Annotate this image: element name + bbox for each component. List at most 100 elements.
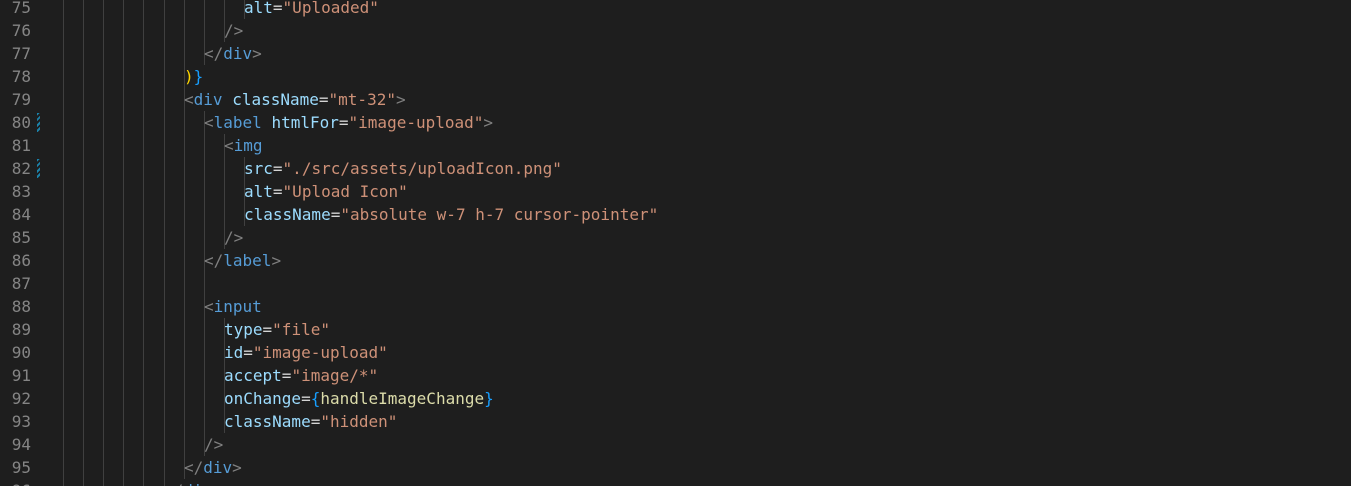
code-line[interactable]: 94 />	[0, 433, 1351, 456]
code-text: onChange={handleImageChange}	[224, 387, 494, 410]
indent-guide	[143, 410, 144, 433]
indent-guide	[83, 180, 84, 203]
line-number: 81	[11, 136, 31, 155]
code-token: className	[224, 412, 311, 431]
indent-guide	[143, 42, 144, 65]
code-token: "hidden"	[320, 412, 398, 431]
indent-guide	[143, 295, 144, 318]
indent-guide	[63, 341, 64, 364]
code-line[interactable]: 93 className="hidden"	[0, 410, 1351, 433]
code-line[interactable]: 86 </label>	[0, 249, 1351, 272]
indent-guide	[164, 456, 165, 479]
indent-guide	[184, 157, 185, 180]
code-line[interactable]: 87	[0, 272, 1351, 295]
code-token: onChange	[224, 389, 302, 408]
code-token: accept	[224, 366, 282, 385]
line-number: 75	[11, 0, 31, 17]
indent-guide	[83, 65, 84, 88]
code-token: div	[203, 458, 233, 477]
code-line[interactable]: 83 alt="Upload Icon"	[0, 180, 1351, 203]
code-token: {	[310, 389, 321, 408]
code-line[interactable]: 88 <input	[0, 295, 1351, 318]
code-line[interactable]: 96 </div>	[0, 479, 1351, 486]
indent-guide	[204, 134, 205, 157]
code-token: >	[232, 458, 242, 477]
indent-guide	[184, 111, 185, 134]
line-number: 79	[11, 90, 31, 109]
indent-guide	[143, 387, 144, 410]
code-line[interactable]: 76 />	[0, 19, 1351, 42]
code-line[interactable]: 75 alt="Uploaded"	[0, 0, 1351, 19]
code-line[interactable]: 81 <img	[0, 134, 1351, 157]
code-token: </	[164, 481, 183, 486]
code-token: input	[213, 297, 262, 316]
code-line[interactable]: 90 id="image-upload"	[0, 341, 1351, 364]
indent-guide	[63, 42, 64, 65]
indent-guide	[143, 0, 144, 19]
code-line[interactable]: 80 <label htmlFor="image-upload">	[0, 111, 1351, 134]
indent-guide	[83, 42, 84, 65]
line-number: 94	[11, 435, 31, 454]
indent-guide	[63, 410, 64, 433]
line-number: 92	[11, 389, 31, 408]
indent-guide	[164, 0, 165, 19]
indent-guide	[103, 410, 104, 433]
indent-guide	[204, 341, 205, 364]
indent-guide	[83, 272, 84, 295]
code-line[interactable]: 91 accept="image/*"	[0, 364, 1351, 387]
indent-guide	[164, 19, 165, 42]
indent-guide	[123, 410, 124, 433]
line-number: 85	[11, 228, 31, 247]
indent-guide	[103, 226, 104, 249]
indent-guide	[63, 180, 64, 203]
code-text: />	[204, 433, 223, 456]
indent-guide	[83, 387, 84, 410]
line-number: 95	[11, 458, 31, 477]
code-line[interactable]: 92 onChange={handleImageChange}	[0, 387, 1351, 410]
code-line[interactable]: 89 type="file"	[0, 318, 1351, 341]
indent-guide	[123, 433, 124, 456]
indent-guide	[164, 341, 165, 364]
code-token: =	[330, 205, 341, 224]
indent-guide	[83, 157, 84, 180]
code-line[interactable]: 85 />	[0, 226, 1351, 249]
indent-guide	[123, 341, 124, 364]
code-token: "image-upload"	[252, 343, 388, 362]
code-token: =	[281, 366, 292, 385]
indent-guide	[63, 479, 64, 486]
indent-guide	[204, 203, 205, 226]
code-line[interactable]: 82 src="./src/assets/uploadIcon.png"	[0, 157, 1351, 180]
indent-guide	[204, 157, 205, 180]
code-line[interactable]: 78)}	[0, 65, 1351, 88]
indent-guide	[63, 88, 64, 111]
code-token: >	[395, 90, 406, 109]
code-text: )}	[184, 65, 203, 88]
code-token: alt	[244, 0, 273, 17]
code-token: div	[223, 44, 253, 63]
indent-guide	[204, 0, 205, 19]
indent-guide	[224, 157, 225, 180]
code-line[interactable]: 95 </div>	[0, 456, 1351, 479]
line-number: 87	[11, 274, 31, 293]
code-token: }	[193, 67, 204, 86]
indent-guide	[143, 111, 144, 134]
code-line[interactable]: 77 </div>	[0, 42, 1351, 65]
indent-guide	[123, 157, 124, 180]
code-token: "file"	[272, 320, 330, 339]
code-line[interactable]: 79 <div className="mt-32">	[0, 88, 1351, 111]
indent-guide	[184, 410, 185, 433]
indent-guide	[143, 272, 144, 295]
code-editor[interactable]: 75 alt="Uploaded" 76/> 77 </div> 78)} 79 <div c…	[0, 0, 1351, 486]
code-line[interactable]: 84 className="absolute w-7 h-7 cursor-poi…	[0, 203, 1351, 226]
code-token: >	[271, 251, 282, 270]
code-token: >	[212, 481, 222, 486]
indent-guide	[63, 364, 64, 387]
indent-guide	[204, 364, 205, 387]
indent-guide	[63, 0, 64, 19]
indent-guide	[143, 134, 144, 157]
indent-guide	[204, 410, 205, 433]
indent-guide	[164, 295, 165, 318]
indent-guide	[103, 180, 104, 203]
indent-guide	[123, 387, 124, 410]
code-token: id	[224, 343, 244, 362]
